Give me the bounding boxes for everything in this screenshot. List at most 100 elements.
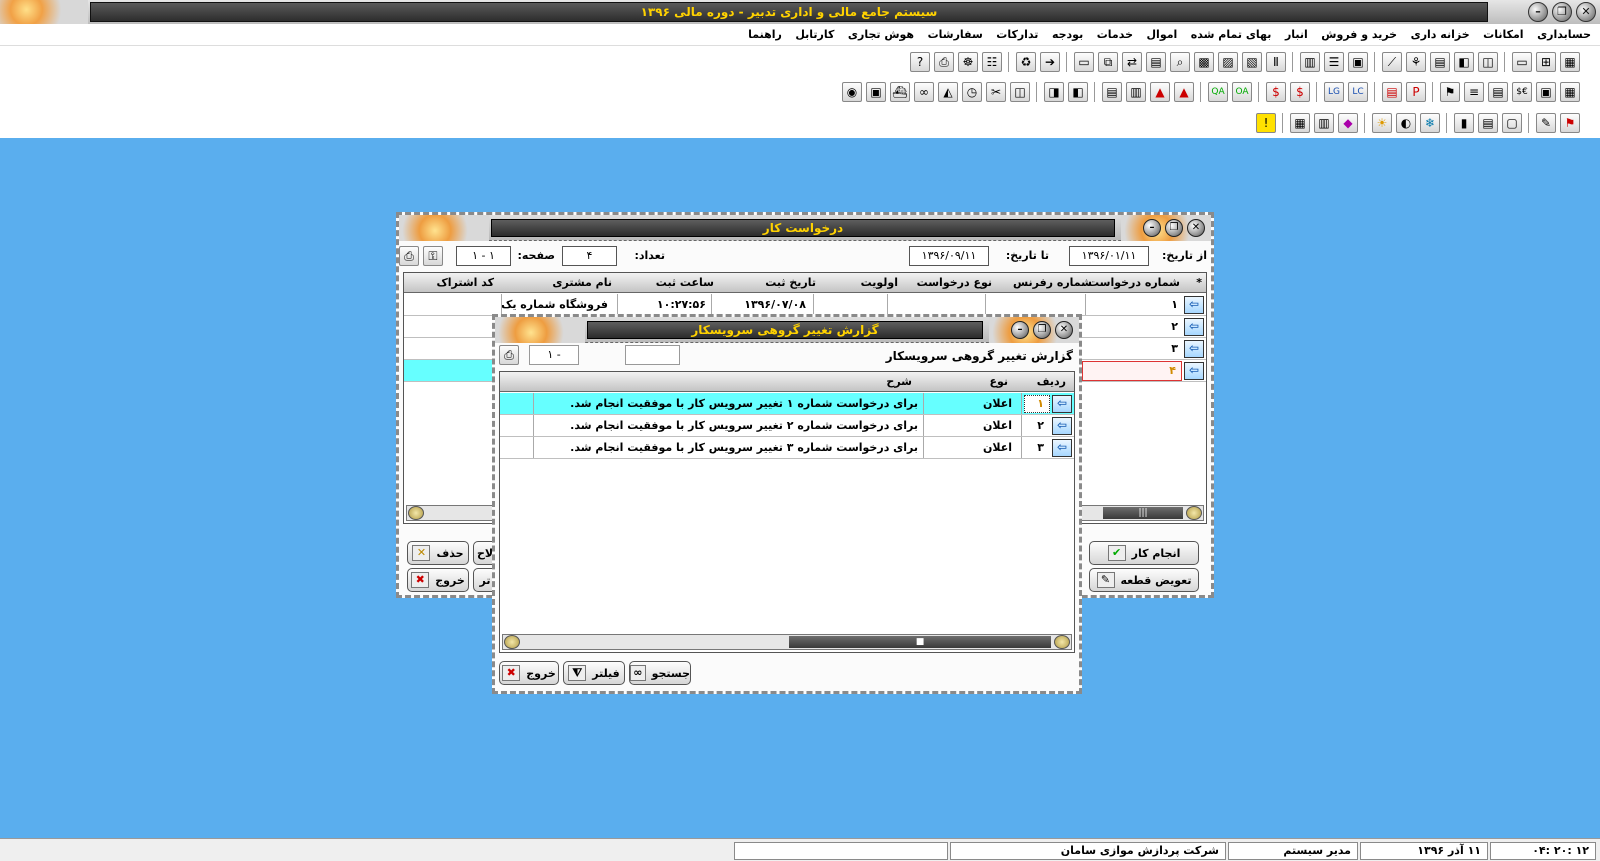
clock-icon[interactable]: ◷ xyxy=(962,82,982,102)
pencil-icon[interactable]: ✎ xyxy=(1536,113,1556,133)
clipboard-icon[interactable]: ▤ xyxy=(1478,113,1498,133)
to-date-field[interactable]: ۱۳۹۶/۰۹/۱۱ xyxy=(909,246,989,266)
replace-part-button[interactable]: ✎ تعویض قطعه xyxy=(1089,568,1199,592)
menu-services[interactable]: خدمات xyxy=(1092,24,1138,41)
monitor-icon[interactable]: ▭ xyxy=(1074,52,1094,72)
row-arrow-icon[interactable]: ⇦ xyxy=(1184,362,1204,380)
minimize-icon[interactable]: – xyxy=(1011,321,1029,339)
do-work-button[interactable]: ✔ انجام کار xyxy=(1089,541,1199,565)
network-icon[interactable]: ▧ xyxy=(1242,52,1262,72)
alert-icon[interactable]: ▲ xyxy=(1174,82,1194,102)
menu-tools[interactable]: امکانات xyxy=(1478,24,1528,41)
car-icon[interactable]: ◭ xyxy=(938,82,958,102)
image-icon[interactable]: ▣ xyxy=(1536,82,1556,102)
bar-chart-icon[interactable]: ▮ xyxy=(1454,113,1474,133)
search-button[interactable]: ∞ جستجو xyxy=(629,661,691,685)
menu-warehouse[interactable]: انبار xyxy=(1280,24,1313,41)
minimize-icon[interactable]: – xyxy=(1143,219,1161,237)
calc-icon[interactable]: ▦ xyxy=(1560,82,1580,102)
restore-icon[interactable]: ❐ xyxy=(1165,219,1183,237)
dollar-icon[interactable]: $ xyxy=(1290,82,1310,102)
scroll-right-icon[interactable] xyxy=(1186,506,1202,520)
print-icon[interactable]: ⎙ xyxy=(399,246,419,266)
col-request-type[interactable]: نوع درخواست xyxy=(917,276,992,289)
moon-icon[interactable]: ◐ xyxy=(1396,113,1416,133)
menu-orders[interactable]: سفارشات xyxy=(923,24,988,41)
warning-icon[interactable]: ▲ xyxy=(1150,82,1170,102)
key-icon[interactable]: ⚿ xyxy=(423,246,443,266)
col-register-time[interactable]: ساعت ثبت xyxy=(656,276,714,289)
flag-icon[interactable]: ⚑ xyxy=(1440,82,1460,102)
scroll-thumb[interactable]: ■ xyxy=(789,636,1051,648)
tool-icon[interactable]: ▩ xyxy=(1194,52,1214,72)
menu-bi[interactable]: هوش تجاری xyxy=(843,24,919,41)
close-icon[interactable]: ✕ xyxy=(1576,2,1596,22)
col-subscription-code[interactable]: کد اشتراک xyxy=(436,276,494,289)
ledger-icon[interactable]: ▤ xyxy=(1146,52,1166,72)
atm-icon[interactable]: ▣ xyxy=(866,82,886,102)
tree-icon[interactable]: ⚘ xyxy=(1406,52,1426,72)
menu-cartable[interactable]: کارتابل xyxy=(790,24,839,41)
binoculars-icon[interactable]: ∞ xyxy=(914,82,934,102)
row-arrow-icon[interactable]: ⇦ xyxy=(1184,340,1204,358)
link-icon[interactable]: ▨ xyxy=(1218,52,1238,72)
table-row[interactable]: ⇦ ۱ ۱۳۹۶/۰۷/۰۸ ۱۰:۲۷:۵۶ فروشگاه شماره یک xyxy=(404,294,1206,316)
list-icon[interactable]: ☰ xyxy=(1324,52,1344,72)
flag-color-icon[interactable]: ⚑ xyxy=(1560,113,1580,133)
sun-icon[interactable]: ☀ xyxy=(1372,113,1392,133)
scroll-left-icon[interactable] xyxy=(408,506,424,520)
stack-icon[interactable]: ◫ xyxy=(1478,52,1498,72)
truck-icon[interactable]: ◧ xyxy=(1068,82,1088,102)
menu-budget[interactable]: بودجه xyxy=(1047,24,1088,41)
exit-button[interactable]: ✖ خروج xyxy=(407,568,469,592)
report-row-selected[interactable]: ⇦ ۱ اعلان برای درخواست شماره ۱ تغییر سرو… xyxy=(500,393,1074,415)
chart-line-icon[interactable]: ⟋ xyxy=(1382,52,1402,72)
open-book-icon[interactable]: ◫ xyxy=(1010,82,1030,102)
row-arrow-icon[interactable]: ⇦ xyxy=(1184,296,1204,314)
globe-icon[interactable]: ◉ xyxy=(842,82,862,102)
menu-treasury[interactable]: خزانه داری xyxy=(1406,24,1475,41)
col-row[interactable]: ردیف xyxy=(1037,375,1066,388)
restore-icon[interactable]: ❐ xyxy=(1552,2,1572,22)
money-icon[interactable]: ▤ xyxy=(1488,82,1508,102)
menu-help[interactable]: راهنما xyxy=(743,24,787,41)
scroll-left-icon[interactable] xyxy=(504,635,520,649)
registry-icon[interactable]: ▦ xyxy=(1290,113,1310,133)
print-icon[interactable]: ⎙ xyxy=(499,345,519,365)
print-icon[interactable]: ⎙ xyxy=(934,52,954,72)
col-priority[interactable]: اولویت xyxy=(861,276,898,289)
col-request-number[interactable]: شماره درخواست xyxy=(1088,276,1180,289)
table-icon[interactable]: ▤ xyxy=(1430,52,1450,72)
transfer-icon[interactable]: ⇄ xyxy=(1122,52,1142,72)
box-icon[interactable]: ▢ xyxy=(1502,113,1522,133)
minimize-icon[interactable]: – xyxy=(1528,2,1548,22)
delete-button[interactable]: ✕ حذف xyxy=(407,541,469,565)
ship-icon[interactable]: ⛴ xyxy=(890,82,910,102)
columns-icon[interactable]: ▥ xyxy=(1314,113,1334,133)
warning-circle-icon[interactable]: ! xyxy=(1256,113,1276,133)
forward-icon[interactable]: ➔ xyxy=(1040,52,1060,72)
dollar-euro-icon[interactable]: $€ xyxy=(1512,82,1532,102)
pdf-icon[interactable]: P xyxy=(1406,82,1426,102)
help-icon[interactable]: ? xyxy=(910,52,930,72)
notebook-icon[interactable]: ▤ xyxy=(1102,82,1122,102)
from-date-field[interactable]: ۱۳۹۶/۰۱/۱۱ xyxy=(1069,246,1149,266)
close-icon[interactable]: ✕ xyxy=(1187,219,1205,237)
paint-icon[interactable]: ◆ xyxy=(1338,113,1358,133)
snowflake-icon[interactable]: ❄ xyxy=(1420,113,1440,133)
doc-icon[interactable]: ▤ xyxy=(1382,82,1402,102)
book-icon[interactable]: ▥ xyxy=(1126,82,1146,102)
row-arrow-icon[interactable]: ⇦ xyxy=(1184,318,1204,336)
scroll-right-icon[interactable] xyxy=(1054,635,1070,649)
group-icon[interactable]: ☸ xyxy=(958,52,978,72)
menu-sales[interactable]: خرید و فروش xyxy=(1316,24,1402,41)
menu-assets[interactable]: اموال xyxy=(1142,24,1183,41)
row-arrow-icon[interactable]: ⇦ xyxy=(1052,417,1072,435)
search-icon[interactable]: ⌕ xyxy=(1170,52,1190,72)
users-icon[interactable]: ☷ xyxy=(982,52,1002,72)
col-customer-name[interactable]: نام مشتری xyxy=(552,276,612,289)
col-type[interactable]: نوع xyxy=(989,375,1008,388)
card-icon[interactable]: ▭ xyxy=(1512,52,1532,72)
menu-accounting[interactable]: حسابداری xyxy=(1532,24,1596,41)
chart-icon[interactable]: ⊞ xyxy=(1536,52,1556,72)
